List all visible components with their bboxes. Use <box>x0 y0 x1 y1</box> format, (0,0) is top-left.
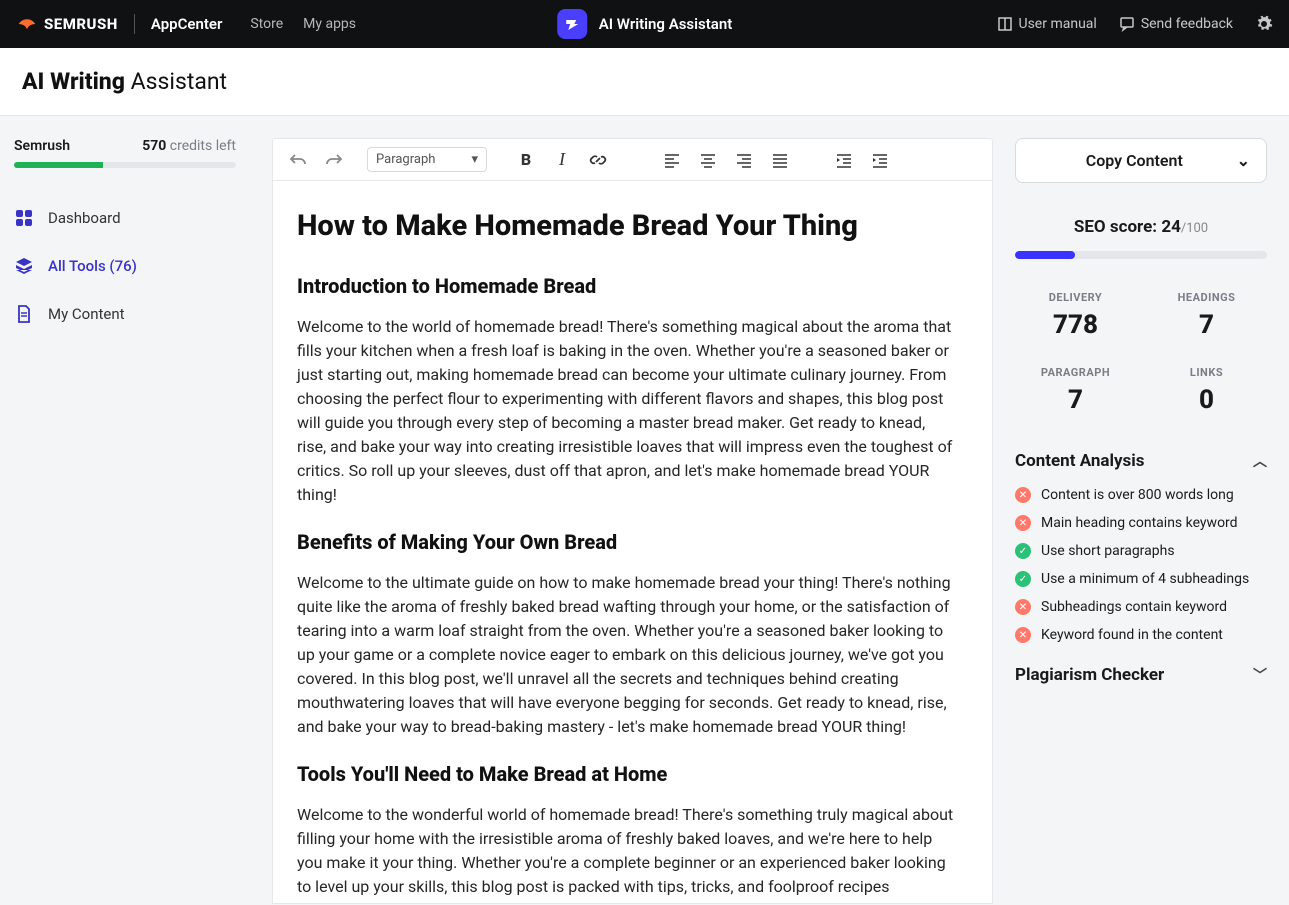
top-navbar: SEMRUSH AppCenter Store My apps AI Writi… <box>0 0 1289 48</box>
editor-panel: Paragraph ▾ B I How to Make Homemade B <box>250 116 993 904</box>
right-panel: Copy Content ⌄ SEO score: 24/100 DELIVER… <box>993 116 1289 904</box>
bold-button[interactable]: B <box>515 149 537 171</box>
credits-row: Semrush 570 credits left <box>14 138 236 154</box>
app-title: AI Writing Assistant <box>599 15 733 33</box>
chat-icon <box>1119 16 1135 32</box>
settings-gear-icon[interactable] <box>1255 15 1273 33</box>
fail-icon: ✕ <box>1015 599 1031 615</box>
brand-block: SEMRUSH AppCenter <box>16 13 222 35</box>
stat-paragraph: PARAGRAPH 7 <box>1015 366 1136 415</box>
copy-content-button[interactable]: Copy Content ⌄ <box>1015 138 1267 183</box>
layers-icon <box>14 256 34 276</box>
fail-icon: ✕ <box>1015 627 1031 643</box>
credits-fill <box>14 162 103 168</box>
document-h2-tools[interactable]: Tools You'll Need to Make Bread at Home <box>297 759 954 789</box>
credits-left: 570 credits left <box>142 138 236 154</box>
center-app-title: AI Writing Assistant <box>557 9 733 39</box>
project-name: Semrush <box>14 138 70 154</box>
nav-myapps[interactable]: My apps <box>303 16 356 32</box>
editor-content[interactable]: How to Make Homemade Bread Your Thing In… <box>273 181 992 904</box>
document-paragraph[interactable]: Welcome to the wonderful world of homema… <box>297 803 954 899</box>
italic-button[interactable]: I <box>551 149 573 171</box>
content-analysis-header[interactable]: Content Analysis ︿ <box>1015 451 1267 471</box>
align-left-button[interactable] <box>661 149 683 171</box>
analysis-item: ✕Subheadings contain keyword <box>1015 599 1267 615</box>
stat-delivery: DELIVERY 778 <box>1015 291 1136 340</box>
nav-store[interactable]: Store <box>250 16 283 32</box>
document-icon <box>14 304 34 324</box>
main-layout: Semrush 570 credits left Dashboard All T… <box>0 116 1289 904</box>
chevron-down-icon: ⌄ <box>1237 151 1250 170</box>
left-sidebar: Semrush 570 credits left Dashboard All T… <box>0 116 250 904</box>
page-subheader: AI Writing Assistant <box>0 48 1289 116</box>
pass-icon: ✓ <box>1015 543 1031 559</box>
send-feedback-link[interactable]: Send feedback <box>1119 16 1233 32</box>
dashboard-icon <box>14 208 34 228</box>
analysis-item: ✕Content is over 800 words long <box>1015 487 1267 503</box>
document-paragraph[interactable]: Welcome to the ultimate guide on how to … <box>297 571 954 739</box>
analysis-list: ✕Content is over 800 words long ✕Main he… <box>1015 487 1267 643</box>
stat-headings: HEADINGS 7 <box>1146 291 1267 340</box>
page-title-bold: AI Writing <box>22 68 125 95</box>
editor-toolbar: Paragraph ▾ B I <box>272 138 993 180</box>
page-title-light: Assistant <box>125 68 227 95</box>
format-select[interactable]: Paragraph ▾ <box>367 147 487 172</box>
outdent-button[interactable] <box>833 149 855 171</box>
sidebar-item-mycontent[interactable]: My Content <box>14 304 236 324</box>
user-manual-link[interactable]: User manual <box>997 16 1097 32</box>
appcenter-label[interactable]: AppCenter <box>151 15 222 33</box>
analysis-item: ✕Main heading contains keyword <box>1015 515 1267 531</box>
brand-separator <box>134 14 135 34</box>
analysis-item: ✓Use a minimum of 4 subheadings <box>1015 571 1267 587</box>
document-h2-benefits[interactable]: Benefits of Making Your Own Bread <box>297 527 954 557</box>
book-icon <box>997 16 1013 32</box>
document-h2-intro[interactable]: Introduction to Homemade Bread <box>297 271 954 301</box>
seo-score-label: SEO score: 24/100 <box>1074 217 1208 237</box>
stats-grid: DELIVERY 778 HEADINGS 7 PARAGRAPH 7 LINK… <box>1015 291 1267 415</box>
sidebar-item-alltools[interactable]: All Tools (76) <box>14 256 236 276</box>
editor-body[interactable]: How to Make Homemade Bread Your Thing In… <box>272 180 993 904</box>
align-center-button[interactable] <box>697 149 719 171</box>
brand-name: SEMRUSH <box>44 15 118 33</box>
fail-icon: ✕ <box>1015 515 1031 531</box>
sidebar-item-dashboard[interactable]: Dashboard <box>14 208 236 228</box>
seo-progress-fill <box>1015 251 1075 259</box>
stat-links: LINKS 0 <box>1146 366 1267 415</box>
link-button[interactable] <box>587 149 609 171</box>
seo-progress <box>1015 251 1267 259</box>
seo-score-block: SEO score: 24/100 <box>1015 217 1267 259</box>
semrush-logo-icon <box>16 13 38 35</box>
chevron-up-icon: ︿ <box>1253 451 1267 471</box>
indent-button[interactable] <box>869 149 891 171</box>
pass-icon: ✓ <box>1015 571 1031 587</box>
chevron-down-icon: ﹀ <box>1253 665 1267 685</box>
plagiarism-checker-header[interactable]: Plagiarism Checker ﹀ <box>1015 665 1267 685</box>
redo-button[interactable] <box>323 149 345 171</box>
credits-progress <box>14 162 236 168</box>
top-nav-links: Store My apps <box>250 16 356 32</box>
document-h1[interactable]: How to Make Homemade Bread Your Thing <box>297 205 954 249</box>
analysis-item: ✕Keyword found in the content <box>1015 627 1267 643</box>
document-paragraph[interactable]: Welcome to the world of homemade bread! … <box>297 315 954 507</box>
analysis-item: ✓Use short paragraphs <box>1015 543 1267 559</box>
app-icon <box>557 9 587 39</box>
align-justify-button[interactable] <box>769 149 791 171</box>
fail-icon: ✕ <box>1015 487 1031 503</box>
topbar-right: User manual Send feedback <box>997 15 1274 33</box>
align-right-button[interactable] <box>733 149 755 171</box>
sidebar-menu: Dashboard All Tools (76) My Content <box>14 208 236 324</box>
undo-button[interactable] <box>287 149 309 171</box>
chevron-down-icon: ▾ <box>471 152 478 167</box>
